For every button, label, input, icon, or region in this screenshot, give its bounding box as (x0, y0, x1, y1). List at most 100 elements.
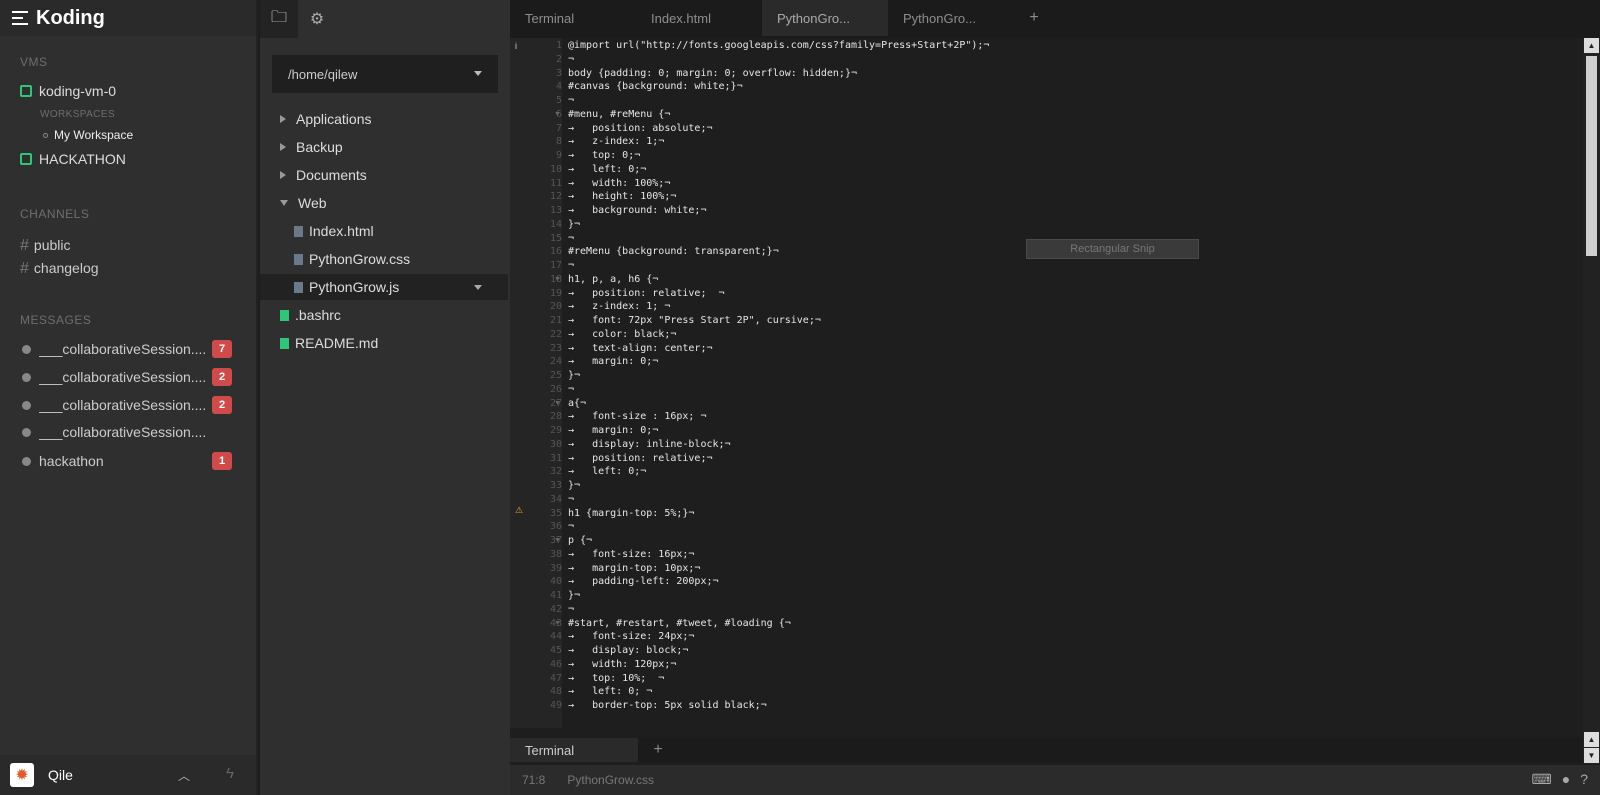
line-number: 48 (549, 686, 562, 698)
unread-badge: 7 (212, 340, 232, 358)
code-line: → z-index: 1; ¬ (568, 301, 671, 313)
code-line: → display: block;¬ (568, 645, 689, 656)
line-number: 29 (549, 425, 562, 436)
code-line: → margin: 0;¬ (568, 425, 659, 436)
bolt-icon[interactable]: ϟ (226, 765, 234, 782)
channel-public[interactable]: # public (20, 237, 71, 255)
line-number: 39 (549, 562, 562, 574)
message-item[interactable]: hackathon 1 (22, 452, 232, 470)
github-icon[interactable]: ● (1562, 771, 1570, 788)
vm-hackathon[interactable]: HACKATHON (20, 151, 126, 167)
keyboard-icon[interactable]: ⌨ (1532, 771, 1552, 788)
fold-icon[interactable]: ▼ (554, 400, 561, 407)
line-number: 20 (549, 301, 562, 313)
folder-icon[interactable]: 🗀 (260, 0, 298, 38)
vms-heading: VMS (20, 55, 48, 69)
message-item[interactable]: ___collaborativeSession.... 2 (22, 368, 232, 386)
tab-terminal-bottom[interactable]: Terminal (510, 738, 638, 762)
code-line: ¬ (568, 603, 575, 615)
tree-item-backup[interactable]: Backup (260, 134, 508, 160)
fold-icon[interactable]: ▼ (554, 620, 561, 627)
workspace-dot-icon (43, 132, 48, 138)
code-line: → color: black;¬ (568, 328, 677, 340)
message-label: ___collaborativeSession.... (39, 397, 207, 413)
chevron-up-icon[interactable]: ︿ (178, 767, 190, 784)
tree-item-label: PythonGrow.js (309, 279, 400, 295)
scroll-up-icon[interactable]: ▲ (1584, 732, 1599, 747)
fold-icon[interactable]: ▼ (554, 111, 561, 118)
tree-item-label: Web (298, 195, 327, 211)
channel-label: changelog (33, 260, 99, 276)
tab-pythongrow-js[interactable]: PythonGro... (888, 0, 1014, 36)
scroll-down-icon[interactable]: ▼ (1584, 748, 1599, 763)
tree-item-pythongrow-js[interactable]: PythonGrow.js (260, 274, 508, 300)
avatar[interactable]: ✹ (10, 763, 34, 787)
line-gutter: i ⚠ 1 2 3 4 5 6 ▼ 7 8 9 10 11 12 13 14 15 16 17 18 ▼ 19 20 21 2… (510, 38, 562, 728)
messages-heading: MESSAGES (20, 313, 92, 327)
channel-changelog[interactable]: # changelog (20, 260, 99, 278)
line-number: 15 (549, 232, 562, 244)
tree-item-label: Applications (296, 111, 372, 127)
line-number: 31 (549, 452, 562, 464)
scrollbar[interactable]: ▲ ▲ ▼ (1583, 38, 1600, 764)
code-line: → background: white;¬ (568, 205, 707, 216)
tab-index-html[interactable]: Index.html (636, 0, 762, 36)
code-line: #start, #restart, #tweet, #loading {¬ (568, 617, 791, 629)
line-number: 45 (549, 645, 562, 656)
fold-icon[interactable]: ▼ (554, 276, 561, 283)
add-terminal-button[interactable]: + (638, 738, 678, 762)
vm-koding-vm-0[interactable]: koding-vm-0 (20, 83, 116, 99)
tree-item-bashrc[interactable]: .bashrc (260, 302, 508, 328)
help-icon[interactable]: ? (1580, 771, 1588, 788)
tree-item-web[interactable]: Web (260, 190, 508, 216)
code-line: → margin: 0;¬ (568, 356, 659, 368)
brand-label: Koding (36, 6, 105, 29)
chevron-down-icon (474, 71, 482, 76)
tree-item-applications[interactable]: Applications (260, 106, 508, 132)
line-number: 17 (549, 260, 562, 271)
line-number: 30 (549, 438, 562, 450)
status-file: PythonGrow.css (567, 773, 655, 787)
fold-icon[interactable]: ▼ (554, 537, 561, 544)
menu-icon (12, 11, 28, 25)
code-line: body {padding: 0; margin: 0; overflow: h… (568, 67, 857, 79)
code-line: ¬ (568, 95, 575, 106)
line-number: 21 (549, 315, 562, 326)
cursor-position: 71:8 (522, 773, 546, 787)
message-item[interactable]: ___collaborativeSession.... 2 (22, 396, 232, 414)
line-number: 16 (549, 246, 562, 258)
scroll-thumb[interactable] (1586, 56, 1597, 256)
line-number: 26 (549, 383, 562, 395)
unread-badge: 2 (212, 368, 232, 386)
code-line: → font-size : 16px; ¬ (568, 411, 707, 423)
add-tab-button[interactable]: + (1014, 0, 1054, 36)
code-line: → font-size: 24px;¬ (568, 631, 695, 643)
path-dropdown[interactable]: /home/qilew (272, 55, 498, 93)
expand-icon (280, 171, 286, 179)
editor-tabs: Terminal Index.html PythonGro... PythonG… (510, 0, 1600, 38)
message-item[interactable]: ___collaborativeSession.... (22, 424, 232, 440)
tree-item-pythongrow-css[interactable]: PythonGrow.css (260, 246, 508, 272)
chevron-down-icon[interactable] (474, 285, 482, 290)
tree-item-index-html[interactable]: Index.html (260, 218, 508, 244)
tree-item-label: Documents (296, 167, 367, 183)
tab-pythongrow-css[interactable]: PythonGro... (762, 0, 888, 36)
tree-item-readme[interactable]: README.md (260, 330, 508, 356)
gear-icon[interactable]: ⚙ (298, 0, 336, 38)
tab-terminal[interactable]: Terminal (510, 0, 636, 36)
code-line: → position: relative;¬ (568, 452, 713, 464)
workspace-item[interactable]: My Workspace (43, 128, 133, 142)
vm-status-icon (20, 153, 32, 165)
line-number: 38 (549, 548, 562, 560)
code-editor[interactable]: i ⚠ 1 2 3 4 5 6 ▼ 7 8 9 10 11 12 13 14 15 16 17 18 ▼ 19 20 21 2… (510, 38, 1583, 728)
code-line: → left: 0;¬ (568, 163, 647, 175)
code-line: h1, p, a, h6 {¬ (568, 273, 659, 285)
collapse-icon (280, 200, 288, 206)
brand[interactable]: Koding (0, 0, 256, 36)
scroll-up-icon[interactable]: ▲ (1584, 38, 1599, 53)
message-item[interactable]: ___collaborativeSession.... 7 (22, 340, 232, 358)
code-line: ¬ (568, 232, 575, 244)
tree-item-documents[interactable]: Documents (260, 162, 508, 188)
message-label: ___collaborativeSession.... (39, 369, 207, 385)
user-bar[interactable]: ✹ Qile ︿ ϟ (0, 755, 256, 795)
